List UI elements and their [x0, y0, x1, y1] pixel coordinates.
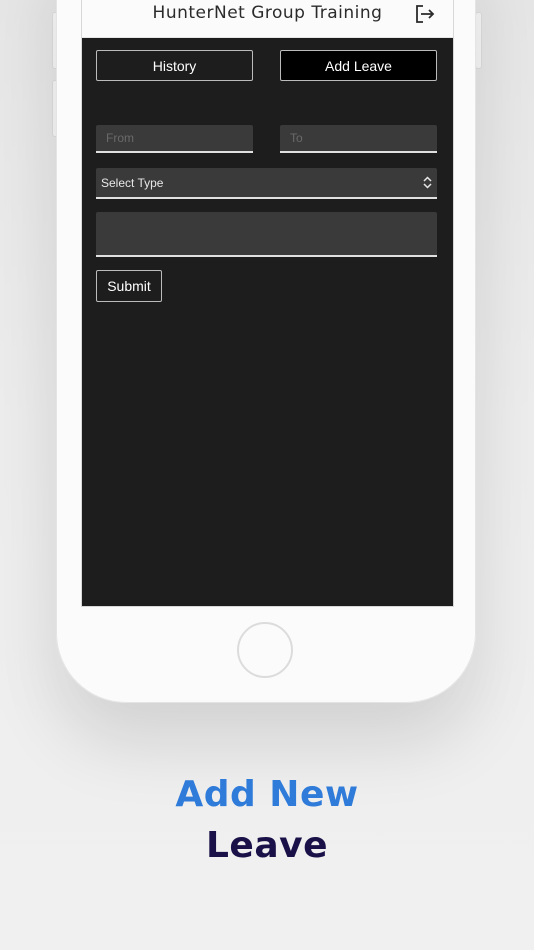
- tab-history[interactable]: History: [96, 50, 253, 81]
- submit-button[interactable]: Submit: [96, 270, 162, 302]
- chevron-up-down-icon: [423, 176, 432, 189]
- leave-type-select[interactable]: Select Type: [96, 168, 437, 199]
- home-button: [237, 622, 293, 678]
- to-date-field[interactable]: [280, 125, 437, 153]
- from-date-field[interactable]: [96, 125, 253, 153]
- power-button: [475, 12, 482, 69]
- promo-headline-line2: Leave: [205, 825, 329, 866]
- app-header: HunterNet Group Training: [82, 0, 453, 38]
- app-title: HunterNet Group Training: [152, 3, 383, 23]
- tab-add-leave[interactable]: Add Leave: [280, 50, 437, 81]
- promo-headline-line1: Add New: [175, 774, 359, 815]
- logout-icon[interactable]: [415, 5, 435, 23]
- leave-type-value: Select Type: [101, 175, 164, 190]
- reason-textarea[interactable]: [96, 212, 437, 257]
- app-screen: HunterNet Group Training History Add Lea…: [81, 0, 454, 607]
